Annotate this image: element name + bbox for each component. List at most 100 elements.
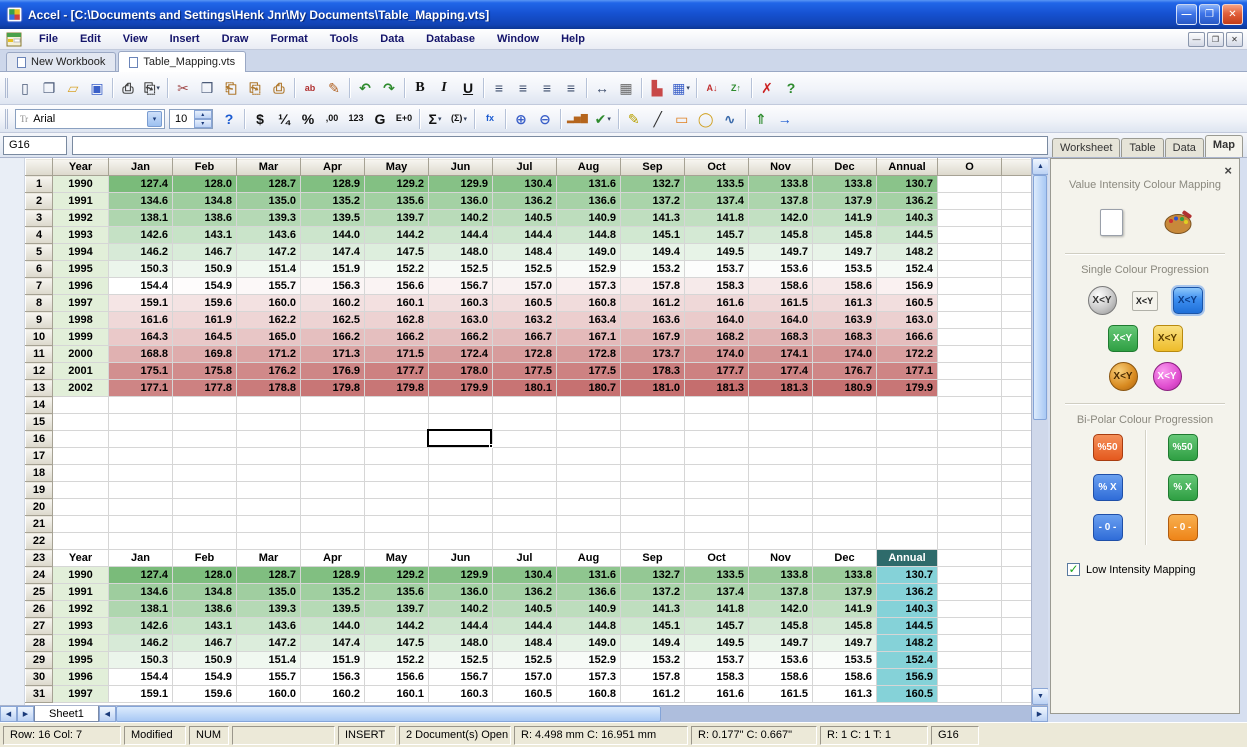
cell[interactable]: 135.2 xyxy=(301,584,365,601)
cell[interactable] xyxy=(429,414,493,431)
cell[interactable]: 163.6 xyxy=(621,312,685,329)
cell[interactable]: 136.0 xyxy=(429,584,493,601)
cell[interactable]: 160.1 xyxy=(365,686,429,703)
menu-item-draw[interactable]: Draw xyxy=(211,31,260,47)
column-header-dec[interactable]: Dec xyxy=(813,159,877,176)
spell-check-icon[interactable]: ab xyxy=(298,76,322,100)
sum-selection-icon[interactable]: (Σ)▾ xyxy=(447,108,471,130)
cell[interactable]: 176.2 xyxy=(237,363,301,380)
cell[interactable] xyxy=(365,448,429,465)
cell-header[interactable]: Mar xyxy=(237,550,301,567)
cell-year[interactable]: 1993 xyxy=(53,227,109,244)
cell[interactable] xyxy=(429,465,493,482)
cell[interactable] xyxy=(938,397,1002,414)
cell[interactable]: 171.5 xyxy=(365,346,429,363)
menu-item-help[interactable]: Help xyxy=(550,31,596,47)
cell[interactable]: 139.7 xyxy=(365,210,429,227)
cell[interactable]: 134.6 xyxy=(109,584,173,601)
cell[interactable] xyxy=(1002,193,1032,210)
navigate-next-icon[interactable]: → xyxy=(773,108,797,130)
cell[interactable] xyxy=(749,431,813,448)
bold-icon[interactable]: B xyxy=(408,76,432,100)
cell[interactable]: 144.4 xyxy=(493,618,557,635)
cell[interactable]: 161.6 xyxy=(685,686,749,703)
row-header[interactable]: 26 xyxy=(26,601,53,618)
cell[interactable]: 168.8 xyxy=(109,346,173,363)
cell[interactable] xyxy=(301,414,365,431)
cell[interactable] xyxy=(1002,397,1032,414)
cell[interactable] xyxy=(749,465,813,482)
cell[interactable]: 146.2 xyxy=(109,244,173,261)
cell[interactable]: 161.6 xyxy=(109,312,173,329)
cell-annual[interactable]: 152.4 xyxy=(877,652,938,669)
cell[interactable]: 141.8 xyxy=(685,601,749,618)
cell-year[interactable]: 1992 xyxy=(53,601,109,618)
cell[interactable]: 133.8 xyxy=(749,176,813,193)
cell[interactable] xyxy=(749,533,813,550)
cell[interactable]: 168.2 xyxy=(685,329,749,346)
cell[interactable] xyxy=(557,482,621,499)
cell[interactable] xyxy=(621,516,685,533)
scroll-right-icon[interactable]: ▶ xyxy=(1031,706,1048,722)
cell[interactable] xyxy=(1002,312,1032,329)
horizontal-scroll-track[interactable] xyxy=(661,706,1031,722)
cell[interactable] xyxy=(301,397,365,414)
cell[interactable]: 137.9 xyxy=(813,584,877,601)
cell[interactable] xyxy=(109,482,173,499)
single-grey-sphere-button[interactable]: X<Y xyxy=(1088,286,1117,315)
cell-year[interactable]: 1996 xyxy=(53,278,109,295)
cell[interactable]: 138.6 xyxy=(173,601,237,618)
cell[interactable] xyxy=(493,482,557,499)
cell[interactable] xyxy=(1002,448,1032,465)
menu-item-window[interactable]: Window xyxy=(486,31,550,47)
cut-icon[interactable]: ✂ xyxy=(171,76,195,100)
cell[interactable]: 174.1 xyxy=(749,346,813,363)
cell[interactable]: 163.9 xyxy=(813,312,877,329)
cell-year[interactable]: 1993 xyxy=(53,618,109,635)
cell[interactable]: 149.5 xyxy=(685,244,749,261)
cell-annual[interactable]: 177.1 xyxy=(877,363,938,380)
cell[interactable]: 141.9 xyxy=(813,601,877,618)
cell[interactable] xyxy=(938,431,1002,448)
cell[interactable]: 134.8 xyxy=(173,584,237,601)
cell[interactable] xyxy=(557,465,621,482)
cell[interactable] xyxy=(877,414,938,431)
cell[interactable]: 135.0 xyxy=(237,193,301,210)
cell[interactable]: 140.5 xyxy=(493,601,557,618)
cell[interactable]: 144.2 xyxy=(365,618,429,635)
cell[interactable] xyxy=(813,465,877,482)
font-size-input[interactable]: 10 ▴▾ xyxy=(169,109,213,129)
cell[interactable]: 145.8 xyxy=(749,227,813,244)
cell[interactable] xyxy=(365,482,429,499)
cell[interactable] xyxy=(938,533,1002,550)
cell-annual[interactable]: 152.4 xyxy=(877,261,938,278)
row-header[interactable]: 7 xyxy=(26,278,53,295)
cell[interactable]: 128.7 xyxy=(237,176,301,193)
cell[interactable]: 152.5 xyxy=(493,261,557,278)
column-header-partial[interactable] xyxy=(1002,159,1032,176)
cell[interactable]: 145.7 xyxy=(685,618,749,635)
cell[interactable] xyxy=(493,431,557,448)
cell[interactable]: 177.1 xyxy=(109,380,173,397)
cell[interactable] xyxy=(938,346,1002,363)
cell[interactable]: 150.3 xyxy=(109,261,173,278)
cell[interactable]: 127.4 xyxy=(109,176,173,193)
panel-tab-map[interactable]: Map xyxy=(1205,135,1243,157)
cell[interactable]: 128.9 xyxy=(301,176,365,193)
cell[interactable] xyxy=(813,397,877,414)
cell[interactable]: 155.7 xyxy=(237,278,301,295)
redo-icon[interactable]: ↷ xyxy=(377,76,401,100)
help-icon[interactable]: ? xyxy=(779,76,803,100)
cell-year[interactable]: 1990 xyxy=(53,567,109,584)
cell-year[interactable]: 1991 xyxy=(53,193,109,210)
number-format-icon[interactable]: 123 xyxy=(344,108,368,130)
cell[interactable] xyxy=(621,533,685,550)
cell[interactable]: 127.4 xyxy=(109,567,173,584)
row-header[interactable]: 6 xyxy=(26,261,53,278)
row-header[interactable]: 22 xyxy=(26,533,53,550)
cell[interactable] xyxy=(685,499,749,516)
cell[interactable] xyxy=(813,516,877,533)
column-header-year[interactable]: Year xyxy=(53,159,109,176)
cell[interactable]: 147.4 xyxy=(301,635,365,652)
cell[interactable]: 144.8 xyxy=(557,227,621,244)
